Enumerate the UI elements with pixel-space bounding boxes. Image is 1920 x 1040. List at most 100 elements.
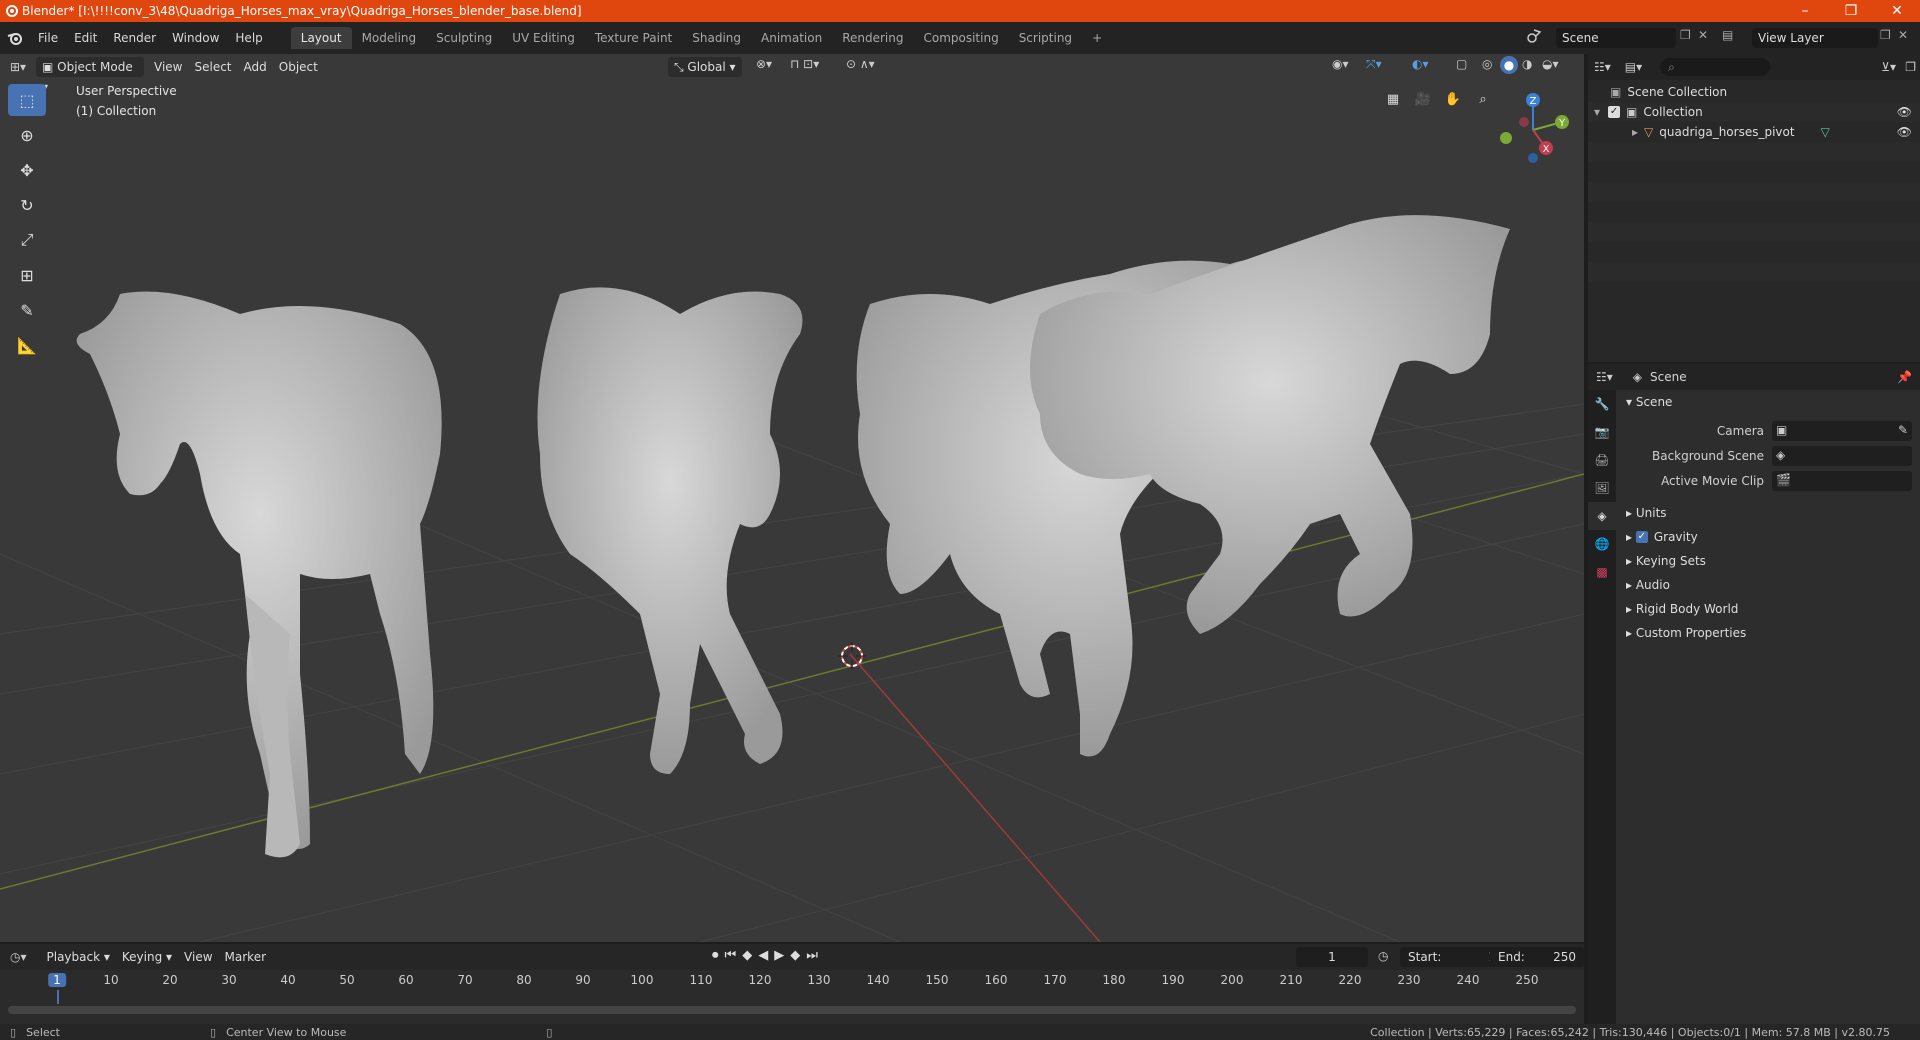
new-view-layer-icon[interactable]: ❐ xyxy=(1880,28,1891,42)
world-properties-tab-icon[interactable]: 🌐 xyxy=(1588,530,1616,558)
menu-render[interactable]: Render xyxy=(105,27,164,49)
tab-modeling[interactable]: Modeling xyxy=(352,27,427,49)
jump-end-icon[interactable]: ⏭ xyxy=(806,948,818,963)
viewport-menu-object[interactable]: Object xyxy=(273,57,324,77)
tab-shading[interactable]: Shading xyxy=(682,27,751,49)
outliner-row-collection[interactable]: ▾ ✓ ▣ Collection 👁 xyxy=(1588,102,1920,122)
output-properties-tab-icon[interactable]: 🖨 xyxy=(1588,446,1616,474)
object-mode-dropdown[interactable]: ▣ Object Mode ▾ xyxy=(36,57,144,94)
texture-properties-tab-icon[interactable]: ▩ xyxy=(1588,558,1616,586)
frame-ruler[interactable]: 1 10 20 30 40 50 60 70 80 90 100 110 120 130 140 150 160… xyxy=(0,970,1584,1004)
xray-icon[interactable]: ▢ xyxy=(1456,57,1467,71)
view-layer-selector[interactable]: View Layer xyxy=(1752,28,1878,48)
menu-file[interactable]: File xyxy=(30,27,66,49)
menu-help[interactable]: Help xyxy=(227,27,270,49)
measure-tool-icon[interactable]: 📐 xyxy=(8,329,46,361)
background-scene-field[interactable]: ◈ xyxy=(1772,445,1912,466)
timeline-scrollbar[interactable] xyxy=(8,1006,1576,1014)
gizmo-toggle-icon[interactable]: ⤧▾ xyxy=(1366,57,1382,72)
move-tool-icon[interactable]: ✥ xyxy=(8,154,46,186)
maximize-button[interactable]: ❐ xyxy=(1828,0,1874,22)
render-properties-tab-icon[interactable]: 📷 xyxy=(1588,418,1616,446)
material-shading-icon[interactable]: ◑ xyxy=(1522,57,1532,71)
select-box-tool-icon[interactable]: ⬚ xyxy=(8,84,46,116)
3d-viewport[interactable]: ⊞▾ ▣ Object Mode ▾ View Select Add Objec… xyxy=(0,54,1584,942)
scene-properties-tab-icon[interactable]: ◈ xyxy=(1588,502,1616,530)
menu-edit[interactable]: Edit xyxy=(66,27,105,49)
tab-scripting[interactable]: Scripting xyxy=(1009,27,1082,49)
camera-view-icon[interactable]: 🎥 xyxy=(1410,86,1436,112)
blender-menu-icon[interactable] xyxy=(0,31,30,45)
audio-panel-header[interactable]: ▸ Audio xyxy=(1618,573,1920,597)
tab-animation[interactable]: Animation xyxy=(751,27,832,49)
viewport-menu-select[interactable]: Select xyxy=(188,57,237,77)
view-layer-icon[interactable]: ▤ xyxy=(1722,28,1733,42)
display-mode-icon[interactable]: ▤▾ xyxy=(1625,60,1642,74)
timeline-menu-keying[interactable]: Keying ▾ xyxy=(116,947,178,967)
menu-window[interactable]: Window xyxy=(164,27,227,49)
properties-editor-type-icon[interactable]: ☷▾ xyxy=(1596,370,1613,384)
current-frame-field[interactable]: 1 xyxy=(1296,947,1368,967)
delete-view-layer-icon[interactable]: ✕ xyxy=(1898,28,1908,42)
current-frame-marker[interactable]: 1 xyxy=(48,973,66,987)
gravity-checkbox[interactable]: ✓ xyxy=(1635,531,1648,543)
jump-start-icon[interactable]: ⏮ xyxy=(725,948,737,963)
play-reverse-icon[interactable]: ◀ xyxy=(758,948,768,963)
timeline-editor-type-icon[interactable]: ◷▾ xyxy=(10,950,27,964)
outliner-search-input[interactable]: ⌕ xyxy=(1660,58,1771,76)
annotate-tool-icon[interactable]: ✎ xyxy=(8,294,46,326)
tab-sculpting[interactable]: Sculpting xyxy=(426,27,502,49)
filter-icon[interactable]: ⊻▾ xyxy=(1881,60,1896,74)
outliner-editor-type-icon[interactable]: ☷▾ xyxy=(1594,60,1611,74)
prev-keyframe-icon[interactable]: ◆ xyxy=(742,948,752,963)
object-visibility-icon[interactable]: 👁 xyxy=(1897,125,1912,139)
wireframe-shading-icon[interactable]: ◎ xyxy=(1482,57,1492,71)
new-scene-icon[interactable]: ❐ xyxy=(1680,28,1691,42)
start-frame-field[interactable]: Start: 1 xyxy=(1400,947,1504,967)
scale-tool-icon[interactable]: ⤢ xyxy=(8,224,46,256)
tool-properties-tab-icon[interactable]: 🔧 xyxy=(1588,390,1616,418)
editor-type-icon[interactable]: ⊞▾ xyxy=(0,60,36,74)
collection-checkbox[interactable]: ✓ xyxy=(1608,106,1621,118)
movie-clip-field[interactable]: 🎬 xyxy=(1772,470,1912,491)
viewport-menu-view[interactable]: View xyxy=(148,57,188,77)
rigid-body-panel-header[interactable]: ▸ Rigid Body World xyxy=(1618,597,1920,621)
tab-rendering[interactable]: Rendering xyxy=(832,27,913,49)
timeline-menu-playback[interactable]: Playback ▾ xyxy=(41,947,116,967)
tab-texture-paint[interactable]: Texture Paint xyxy=(585,27,682,49)
rotate-tool-icon[interactable]: ↻ xyxy=(8,189,46,221)
add-workspace-button[interactable]: + xyxy=(1082,27,1112,49)
tab-compositing[interactable]: Compositing xyxy=(913,27,1008,49)
cursor-tool-icon[interactable]: ⊕ xyxy=(8,119,46,151)
visibility-icon[interactable]: ◉▾ xyxy=(1332,57,1349,71)
timeline-menu-marker[interactable]: Marker xyxy=(219,947,272,967)
solid-shading-icon[interactable]: ● xyxy=(1500,56,1518,74)
play-icon[interactable]: ▶ xyxy=(774,948,784,963)
pan-hand-icon[interactable]: ✋ xyxy=(1440,86,1466,112)
end-frame-field[interactable]: End: 250 xyxy=(1490,947,1584,967)
expand-arrow-icon[interactable]: ▾ xyxy=(1594,105,1600,119)
collection-visibility-icon[interactable]: 👁 xyxy=(1897,105,1912,119)
grid-view-icon[interactable]: ▦ xyxy=(1380,86,1406,112)
snap-icon[interactable]: ⊓ ⊡▾ xyxy=(790,57,819,71)
outliner-row-object[interactable]: ▸ ▽ quadriga_horses_pivot ▽ 👁 xyxy=(1588,122,1920,142)
transform-tool-icon[interactable]: ⊞ xyxy=(8,259,46,291)
record-icon[interactable]: ⏺ xyxy=(712,948,719,963)
orientation-dropdown[interactable]: ⤡ Global ▾ xyxy=(668,57,742,77)
gravity-panel-header[interactable]: ▸ ✓ Gravity xyxy=(1618,525,1920,549)
rendered-shading-icon[interactable]: ◒▾ xyxy=(1542,57,1559,71)
navigation-gizmo[interactable]: Z Y X xyxy=(1490,84,1576,170)
outliner-row-scene-collection[interactable]: ▣ Scene Collection xyxy=(1588,82,1920,102)
keying-sets-panel-header[interactable]: ▸ Keying Sets xyxy=(1618,549,1920,573)
mesh-data-icon[interactable]: ▽ xyxy=(1821,125,1830,139)
custom-properties-panel-header[interactable]: ▸ Custom Properties xyxy=(1618,621,1920,645)
tab-layout[interactable]: Layout xyxy=(290,27,352,49)
proportional-edit-icon[interactable]: ⊙ ∧▾ xyxy=(846,57,875,71)
scene-icon[interactable] xyxy=(1526,28,1542,47)
view-layer-properties-tab-icon[interactable]: 🖼 xyxy=(1588,474,1616,502)
object-expand-arrow-icon[interactable]: ▸ xyxy=(1632,125,1638,139)
timeline-menu-view[interactable]: View xyxy=(178,947,218,967)
next-keyframe-icon[interactable]: ◆ xyxy=(790,948,800,963)
close-button[interactable]: ✕ xyxy=(1874,0,1920,22)
preview-range-icon[interactable]: ◷ xyxy=(1378,949,1388,963)
